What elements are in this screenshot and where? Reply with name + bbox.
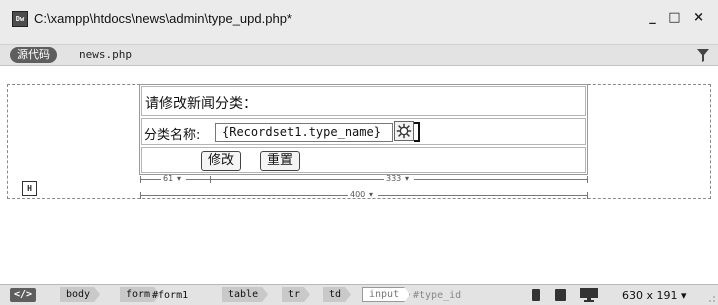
submit-button[interactable]: 修改 (201, 151, 242, 171)
breadcrumb-form-id: #form1 (152, 290, 189, 301)
window-controls[interactable]: _ □ × (649, 10, 708, 25)
breadcrumb-tr[interactable]: tr (282, 287, 310, 302)
breadcrumb-input[interactable]: input (362, 287, 410, 302)
app-icon: Dw (12, 11, 28, 27)
code-icon[interactable]: </> (10, 288, 36, 302)
design-view[interactable]: H 请修改新闻分类： 分类名称: {Recordset1.type_name} … (0, 66, 718, 284)
tag-selector-bar: </> body form #form1 table tr td input #… (0, 284, 718, 305)
tablet-icon[interactable] (555, 289, 566, 301)
field-label: 分类名称: (144, 128, 201, 143)
chevron-down-icon[interactable]: ▾ (369, 190, 373, 199)
type-name-input[interactable]: {Recordset1.type_name} (215, 123, 393, 142)
window-title: C:\xampp\htdocs\news\admin\type_upd.php* (34, 11, 292, 26)
window-size-select[interactable]: 630 x 191 ▾ (622, 288, 687, 303)
marker-icon[interactable]: H (22, 181, 37, 196)
window-size-value: 630 x 191 (622, 289, 678, 302)
desktop-icon[interactable] (580, 288, 598, 302)
text-cursor-icon (414, 122, 420, 142)
chevron-down-icon[interactable]: ▾ (405, 174, 409, 183)
gear-icon[interactable] (394, 121, 414, 141)
form-table[interactable]: 请修改新闻分类： 分类名称: {Recordset1.type_name} 修改… (139, 84, 588, 175)
breadcrumb-table[interactable]: table (222, 287, 268, 302)
breadcrumb-body[interactable]: body (60, 287, 100, 302)
table-row[interactable]: 分类名称: {Recordset1.type_name} (141, 118, 586, 145)
reset-button[interactable]: 重置 (260, 151, 301, 171)
table-row[interactable]: 请修改新闻分类： (141, 86, 586, 116)
form-heading: 请修改新闻分类： (145, 96, 257, 112)
ruler-tick (587, 192, 588, 199)
related-file-tab[interactable]: news.php (79, 48, 132, 61)
phone-icon[interactable] (532, 289, 540, 301)
table-row[interactable]: 修改 重置 (141, 147, 586, 173)
column-width-label: 61 (163, 174, 174, 183)
filter-icon[interactable] (697, 49, 709, 62)
chevron-down-icon: ▾ (681, 289, 687, 302)
table-width-label: 400 (350, 190, 366, 199)
breadcrumb-td[interactable]: td (323, 287, 351, 302)
source-code-tab[interactable]: 源代码 (10, 47, 57, 63)
title-bar: Dw C:\xampp\htdocs\news\admin\type_upd.p… (0, 0, 718, 44)
column-width-label: 333 (386, 174, 402, 183)
document-tab-bar: 源代码 news.php (0, 44, 718, 66)
ruler-tick (587, 176, 588, 183)
breadcrumb-input-id: #type_id (413, 290, 462, 301)
chevron-down-icon[interactable]: ▾ (177, 174, 181, 183)
resize-grip-icon[interactable] (708, 295, 716, 303)
